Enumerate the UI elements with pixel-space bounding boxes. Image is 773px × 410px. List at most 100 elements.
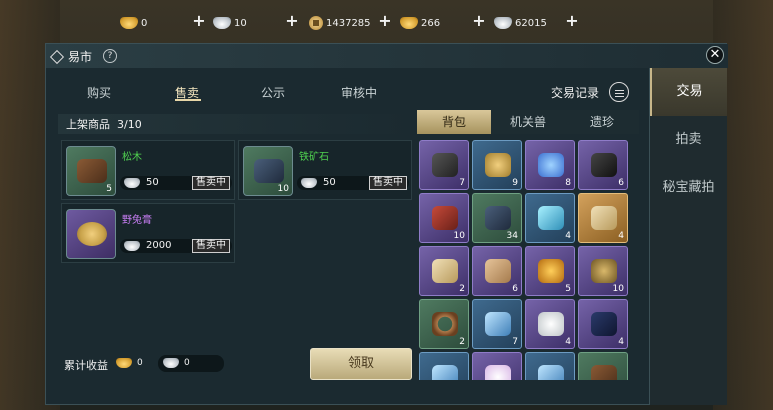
map-icon [485,259,511,283]
item-name: 松木 [122,152,142,163]
add-silver-button[interactable]: + [284,13,300,29]
slot-count: 9 [512,178,518,188]
slot-count: 10 [612,284,624,294]
inventory-slot[interactable]: 4 [525,193,575,243]
inventory-slot[interactable]: 6 [472,246,522,296]
diamond-icon [49,49,65,64]
copper-coin-icon [309,16,323,30]
listed-item[interactable]: 10 铁矿石 50 售卖中 [238,140,412,200]
blueprint-icon [485,312,511,336]
inventory-slot[interactable]: 6 [578,140,628,190]
silver-ingot-icon [213,17,231,29]
blueprint-icon [432,365,458,380]
inventory-slot[interactable]: 2 [419,246,469,296]
silver-ingot-icon [494,17,512,29]
scroll-icon [591,206,617,230]
status-badge: 售卖中 [192,239,230,253]
slot-count: 4 [618,337,624,347]
inventory-slot[interactable]: 7 [472,299,522,349]
box-icon [432,206,458,230]
inventory-slot[interactable]: 8 [525,140,575,190]
rope-icon [432,312,458,336]
iron-ore-icon [485,206,511,230]
slot-count: 4 [618,231,624,241]
item-name: 野兔膏 [122,215,152,226]
trade-record-link[interactable]: 交易记录 [551,84,599,101]
inventory-slot[interactable]: 7 [419,140,469,190]
status-badge: 售卖中 [192,176,230,190]
inventory-slot[interactable] [525,352,575,380]
currency-gold-bound: 266 [400,14,440,32]
listed-item[interactable]: 野兔膏 2000 售卖中 [61,203,235,263]
iron-ore-icon [254,159,284,183]
tab-buy[interactable]: 购买 [87,84,111,101]
inventory-slot[interactable] [578,352,628,380]
flower-icon [485,365,511,380]
side-tab-trade[interactable]: 交易 [650,68,727,116]
item-name: 铁矿石 [299,152,329,163]
log-icon [77,159,107,183]
earnings-label: 累计收益 [64,359,108,372]
help-button[interactable]: ? [103,49,117,63]
item-thumb [66,209,116,259]
panel-header: 易市 ? [46,44,728,68]
gold-ingot-icon [120,17,138,29]
add-silver-bound-button[interactable]: + [564,13,580,29]
amber-icon [538,259,564,283]
inventory-slot[interactable]: 34 [472,193,522,243]
inventory-slot[interactable]: 9 [472,140,522,190]
silver-ingot-icon [163,358,179,368]
slot-count: 5 [565,284,571,294]
tab-public[interactable]: 公示 [261,84,285,101]
currency-bar: 0 + 10 + 1437285 + 266 + 62015 + [0,0,773,44]
inventory-grid: 7 9 8 6 10 34 4 4 2 6 5 10 2 7 4 4 [419,140,635,380]
slot-count: 4 [565,337,571,347]
add-coin-button[interactable]: + [377,13,393,29]
side-tab-treasure-auction[interactable]: 秘宝藏拍 [650,164,727,212]
ointment-icon [485,153,511,177]
inventory-slot[interactable]: 4 [578,193,628,243]
tab-relics[interactable]: 遗珍 [565,110,639,134]
price-row: 2000 售卖中 [120,239,232,253]
hood-icon [591,312,617,336]
currency-coin: 1437285 [309,14,371,32]
tab-mech-beast[interactable]: 机关兽 [491,110,565,134]
slot-count: 8 [565,178,571,188]
crystal-icon [538,206,564,230]
silver-ingot-icon [124,178,140,188]
inventory-slot[interactable] [472,352,522,380]
side-tab-auction[interactable]: 拍卖 [650,116,727,164]
gold-ingot-icon [116,358,132,368]
price-row: 50 售卖中 [297,176,409,190]
inventory-slot[interactable] [419,352,469,380]
slot-count: 6 [512,284,518,294]
currency-silver: 10 [213,14,247,32]
claim-button[interactable]: 领取 [310,348,412,380]
add-gold-bound-button[interactable]: + [471,13,487,29]
tab-backpack[interactable]: 背包 [417,110,491,134]
tab-review[interactable]: 审核中 [341,84,377,101]
blueprint-icon [538,365,564,380]
menu-icon[interactable] [609,82,629,102]
slot-count: 2 [459,284,465,294]
inventory-slot[interactable]: 4 [578,299,628,349]
price-row: 50 售卖中 [120,176,232,190]
silver-ingot-icon [124,241,140,251]
inventory-slot[interactable]: 4 [525,299,575,349]
slot-count: 2 [459,337,465,347]
listing-label: 上架商品 3/10 [66,118,142,131]
inventory-slot[interactable]: 10 [578,246,628,296]
slot-count: 34 [506,231,518,241]
slot-count: 7 [512,337,518,347]
inventory-slot[interactable]: 10 [419,193,469,243]
ore-icon [591,153,617,177]
scroll-icon [432,259,458,283]
gold-ingot-icon [400,17,418,29]
close-button[interactable]: ✕ [706,46,724,64]
inventory-slot[interactable]: 5 [525,246,575,296]
listed-item[interactable]: 5 松木 50 售卖中 [61,140,235,200]
inventory-slot[interactable]: 2 [419,299,469,349]
add-gold-button[interactable]: + [191,13,207,29]
inventory-tabs: 背包 机关兽 遗珍 [417,110,639,134]
listing-count: 3/10 [117,118,142,131]
